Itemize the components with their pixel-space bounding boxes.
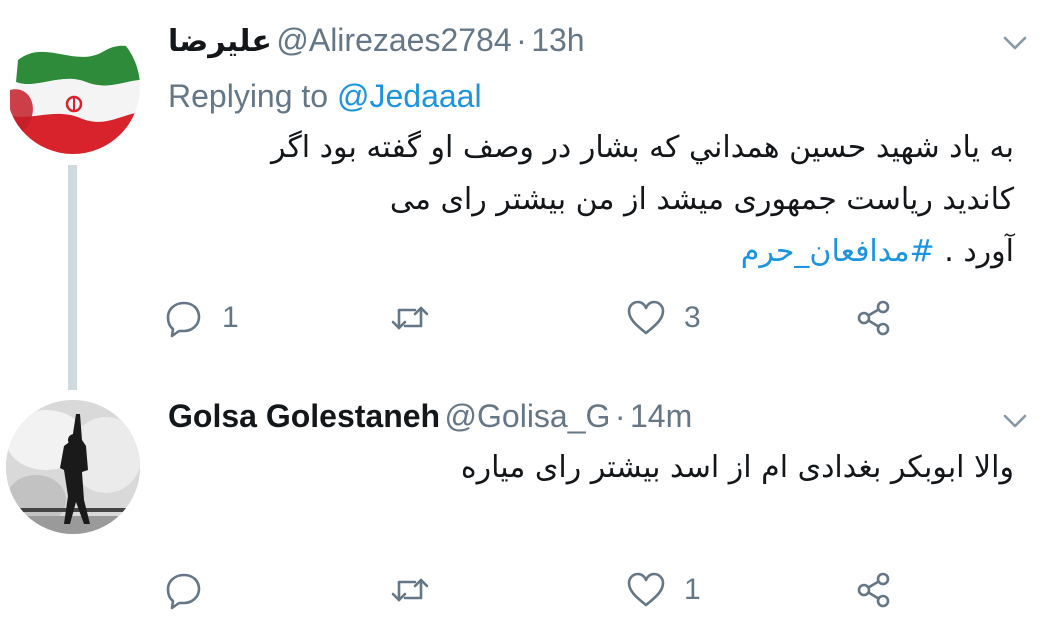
heart-icon <box>627 300 665 335</box>
retweet-button[interactable] <box>390 296 448 340</box>
heart-icon <box>627 572 665 607</box>
display-name[interactable]: عليرضا <box>168 24 272 59</box>
share-icon <box>857 300 890 336</box>
like-button[interactable]: 1 <box>626 568 701 612</box>
like-count: 1 <box>684 573 701 606</box>
tweet-text-fragment: آورد . <box>944 234 1014 269</box>
share-button[interactable] <box>854 296 894 340</box>
user-handle[interactable]: @Golisa_G <box>445 398 611 434</box>
iran-flag-avatar-image <box>6 45 140 154</box>
hashtag-link[interactable]: #مدافعان_حرم <box>741 234 935 269</box>
like-button[interactable]: 3 <box>626 296 701 340</box>
separator-dot: · <box>614 398 626 434</box>
timestamp[interactable]: 14m <box>630 398 692 434</box>
tweet-1[interactable]: عليرضا @Alirezaes2784 · 13h Replying to … <box>0 0 1052 390</box>
avatar-iran-flag[interactable] <box>6 20 140 154</box>
reply-count: 1 <box>222 301 239 334</box>
tweet-header: Golsa Golestaneh @Golisa_G · 14m <box>168 398 692 440</box>
share-icon <box>857 572 890 608</box>
chevron-down-icon[interactable] <box>1002 30 1028 56</box>
timestamp[interactable]: 13h <box>531 22 584 58</box>
tweet-text-line: والا ابوبکر بغدادی ام از اسد بیشتر رای م… <box>460 450 1014 485</box>
user-handle[interactable]: @Alirezaes2784 <box>276 22 511 58</box>
reply-icon <box>166 301 201 338</box>
tweet-actions: 1 <box>164 568 924 612</box>
reply-button[interactable] <box>164 568 222 612</box>
retweet-button[interactable] <box>390 568 448 612</box>
tweet-header: عليرضا @Alirezaes2784 · 13h <box>168 22 585 64</box>
tweet-text-line: به ياد شهيد حسين همداني كه بشار در وصف ا… <box>270 130 1014 165</box>
thread-connector-line <box>68 165 77 390</box>
tweet-text-line: كانديد رياست جمهوری ميشد از من بيشتر رای… <box>389 182 1014 217</box>
replying-prefix: Replying to <box>168 78 329 114</box>
tweet-2[interactable]: Golsa Golestaneh @Golisa_G · 14m والا اب… <box>0 378 1052 633</box>
separator-dot: · <box>516 22 527 58</box>
reply-button[interactable]: 1 <box>164 296 239 340</box>
tweet-text: به ياد شهيد حسين همداني كه بشار در وصف ا… <box>194 122 1014 278</box>
retweet-icon <box>391 306 429 330</box>
tweet-text-line: آورد . #مدافعان_حرم <box>194 226 1014 278</box>
protest-photo-avatar-image <box>6 400 140 534</box>
reply-icon <box>166 573 201 610</box>
display-name[interactable]: Golsa Golestaneh <box>168 398 440 434</box>
retweet-icon <box>391 578 429 602</box>
replying-to-mention[interactable]: @Jedaaal <box>337 78 482 114</box>
share-button[interactable] <box>854 568 894 612</box>
replying-to-line: Replying to @Jedaaal <box>168 78 482 115</box>
avatar-golsa[interactable] <box>6 400 140 534</box>
tweet-text: والا ابوبکر بغدادی ام از اسد بیشتر رای م… <box>194 442 1014 494</box>
tweet-actions: 1 3 <box>164 296 924 340</box>
chevron-down-icon[interactable] <box>1002 408 1028 434</box>
like-count: 3 <box>684 301 701 334</box>
